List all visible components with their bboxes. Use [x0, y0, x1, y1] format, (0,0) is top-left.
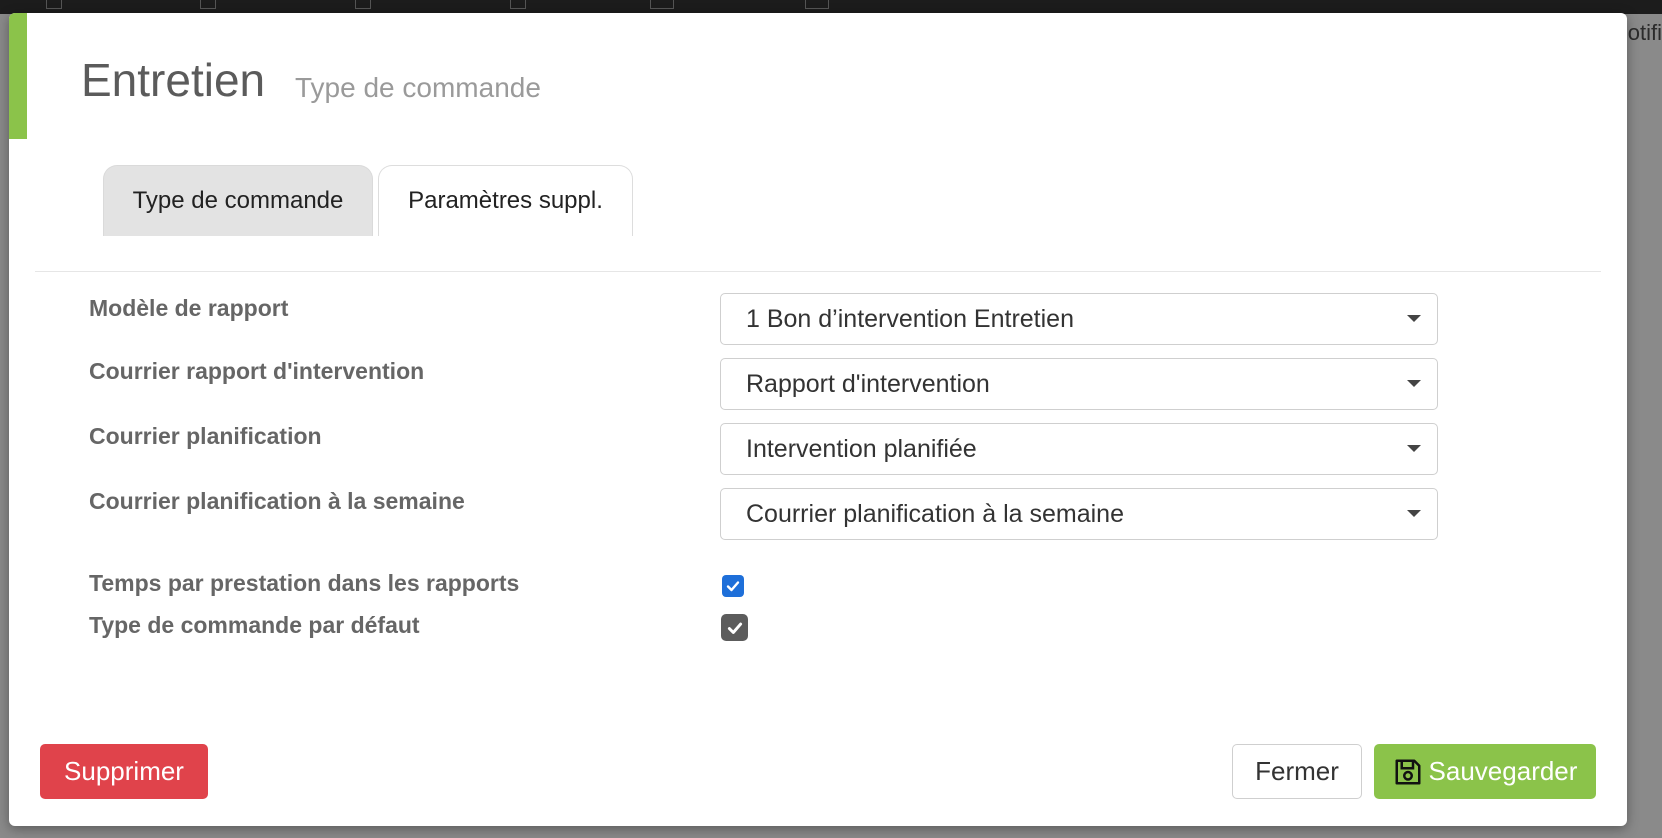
- select-courrier-planification[interactable]: Intervention planifiée: [720, 423, 1438, 475]
- accent-bar: [9, 13, 27, 139]
- checkmark-icon: [726, 581, 740, 592]
- caret-down-icon: [1407, 510, 1421, 517]
- select-value: 1 Bon d’intervention Entretien: [746, 304, 1074, 333]
- select-courrier-rapport[interactable]: Rapport d'intervention: [720, 358, 1438, 410]
- caret-down-icon: [1407, 445, 1421, 452]
- checkmark-icon: [727, 622, 742, 634]
- tab-parametres-suppl[interactable]: Paramètres suppl.: [378, 165, 633, 236]
- select-modele-de-rapport[interactable]: 1 Bon d’intervention Entretien: [720, 293, 1438, 345]
- label-courrier-planification: Courrier planification: [89, 423, 322, 449]
- background-top-bar: [0, 0, 1662, 14]
- modal-dialog: Entretien Type de commande Type de comma…: [9, 13, 1627, 826]
- map-pin-icon: [200, 0, 216, 9]
- label-temps-par-prestation: Temps par prestation dans les rapports: [89, 570, 520, 596]
- calendar-icon: [46, 0, 62, 9]
- checkbox-temps-par-prestation[interactable]: [722, 575, 744, 597]
- background-notifications-text: otifi: [1627, 20, 1662, 45]
- checkbox-type-par-defaut[interactable]: [721, 614, 748, 641]
- edit-icon: [355, 0, 371, 9]
- tab-divider: [35, 271, 1601, 272]
- save-button-label: Sauvegarder: [1428, 756, 1578, 786]
- list-dropdown-icon: [650, 0, 674, 9]
- box-dropdown-icon: [805, 0, 829, 9]
- close-button[interactable]: Fermer: [1232, 744, 1362, 799]
- columns-icon: [510, 0, 526, 9]
- delete-button[interactable]: Supprimer: [40, 744, 208, 799]
- select-value: Courrier planification à la semaine: [746, 499, 1124, 528]
- label-type-par-defaut: Type de commande par défaut: [89, 612, 420, 638]
- select-value: Intervention planifiée: [746, 434, 977, 463]
- label-courrier-planification-semaine: Courrier planification à la semaine: [89, 488, 465, 514]
- caret-down-icon: [1407, 315, 1421, 322]
- select-value: Rapport d'intervention: [746, 369, 990, 398]
- save-button[interactable]: Sauvegarder: [1374, 744, 1596, 799]
- label-modele-de-rapport: Modèle de rapport: [89, 295, 289, 321]
- caret-down-icon: [1407, 380, 1421, 387]
- modal-subtitle: Type de commande: [295, 72, 541, 103]
- modal-title: Entretien: [81, 54, 266, 106]
- floppy-disk-icon: [1395, 759, 1421, 784]
- label-courrier-rapport: Courrier rapport d'intervention: [89, 358, 425, 384]
- select-courrier-planification-semaine[interactable]: Courrier planification à la semaine: [720, 488, 1438, 540]
- tab-type-de-commande[interactable]: Type de commande: [103, 165, 373, 236]
